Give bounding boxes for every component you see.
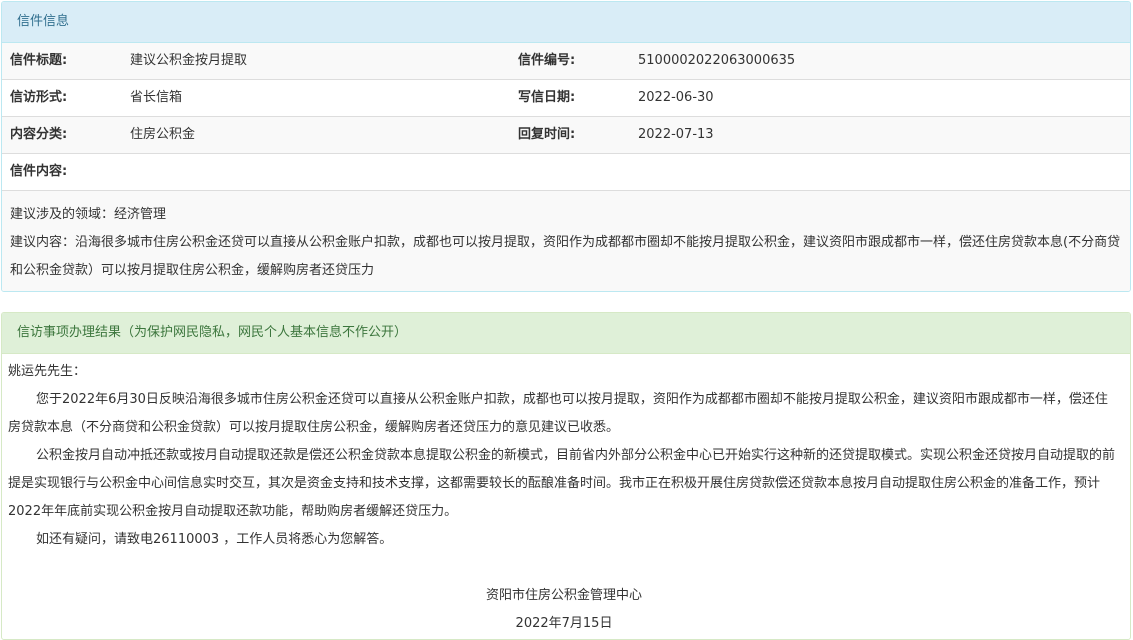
reply-paragraph-1: 您于2022年6月30日反映沿海很多城市住房公积金还贷可以直接从公积金账户扣款，… <box>8 392 1108 435</box>
title-label: 信件标题: <box>10 53 68 68</box>
letter-info-heading: 信件信息 <box>2 2 1130 43</box>
reply-time-value: 2022-07-13 <box>638 127 714 142</box>
info-row-category: 内容分类: 住房公积金 回复时间: 2022-07-13 <box>2 117 1130 154</box>
reply-signature: 资阳市住房公积金管理中心 <box>485 588 642 603</box>
info-row-title: 信件标题: 建议公积金按月提取 信件编号: 510000202206300063… <box>2 43 1130 80</box>
reply-body: 姚运先先生： 您于2022年6月30日反映沿海很多城市住房公积金还贷可以直接从公… <box>2 354 1130 638</box>
form-label: 信访形式: <box>10 90 68 105</box>
title-value: 建议公积金按月提取 <box>130 53 248 68</box>
category-value: 住房公积金 <box>130 127 196 142</box>
category-label: 内容分类: <box>10 127 68 142</box>
content-label: 信件内容: <box>10 164 68 179</box>
content-suggestion-line: 建议内容：沿海很多城市住房公积金还贷可以直接从公积金账户扣款，成都也可以按月提取… <box>10 235 1121 278</box>
reply-result-heading: 信访事项办理结果（为保护网民隐私，网民个人基本信息不作公开） <box>2 313 1130 354</box>
reply-result-panel: 信访事项办理结果（为保护网民隐私，网民个人基本信息不作公开） 姚运先先生： 您于… <box>1 312 1131 640</box>
number-value: 5100002022063000635 <box>638 53 796 68</box>
number-label: 信件编号: <box>518 53 576 68</box>
letter-content: 建议涉及的领域：经济管理 建议内容：沿海很多城市住房公积金还贷可以直接从公积金账… <box>2 191 1130 291</box>
reply-date: 2022年7月15日 <box>515 616 613 631</box>
reply-greeting: 姚运先先生： <box>8 364 87 379</box>
letter-info-panel: 信件信息 信件标题: 建议公积金按月提取 信件编号: 5100002022063… <box>1 1 1131 292</box>
form-value: 省长信箱 <box>130 90 183 105</box>
info-row-content-label: 信件内容: <box>2 154 1130 191</box>
reply-time-label: 回复时间: <box>518 127 576 142</box>
write-date-value: 2022-06-30 <box>638 90 714 105</box>
info-row-form: 信访形式: 省长信箱 写信日期: 2022-06-30 <box>2 80 1130 117</box>
content-domain-line: 建议涉及的领域：经济管理 <box>10 207 167 222</box>
write-date-label: 写信日期: <box>518 90 576 105</box>
reply-paragraph-2: 公积金按月自动冲抵还款或按月自动提取还款是偿还公积金贷款本息提取公积金的新模式，… <box>8 448 1116 519</box>
reply-paragraph-3: 如还有疑问，请致电26110003 ，工作人员将悉心为您解答。 <box>36 532 393 547</box>
